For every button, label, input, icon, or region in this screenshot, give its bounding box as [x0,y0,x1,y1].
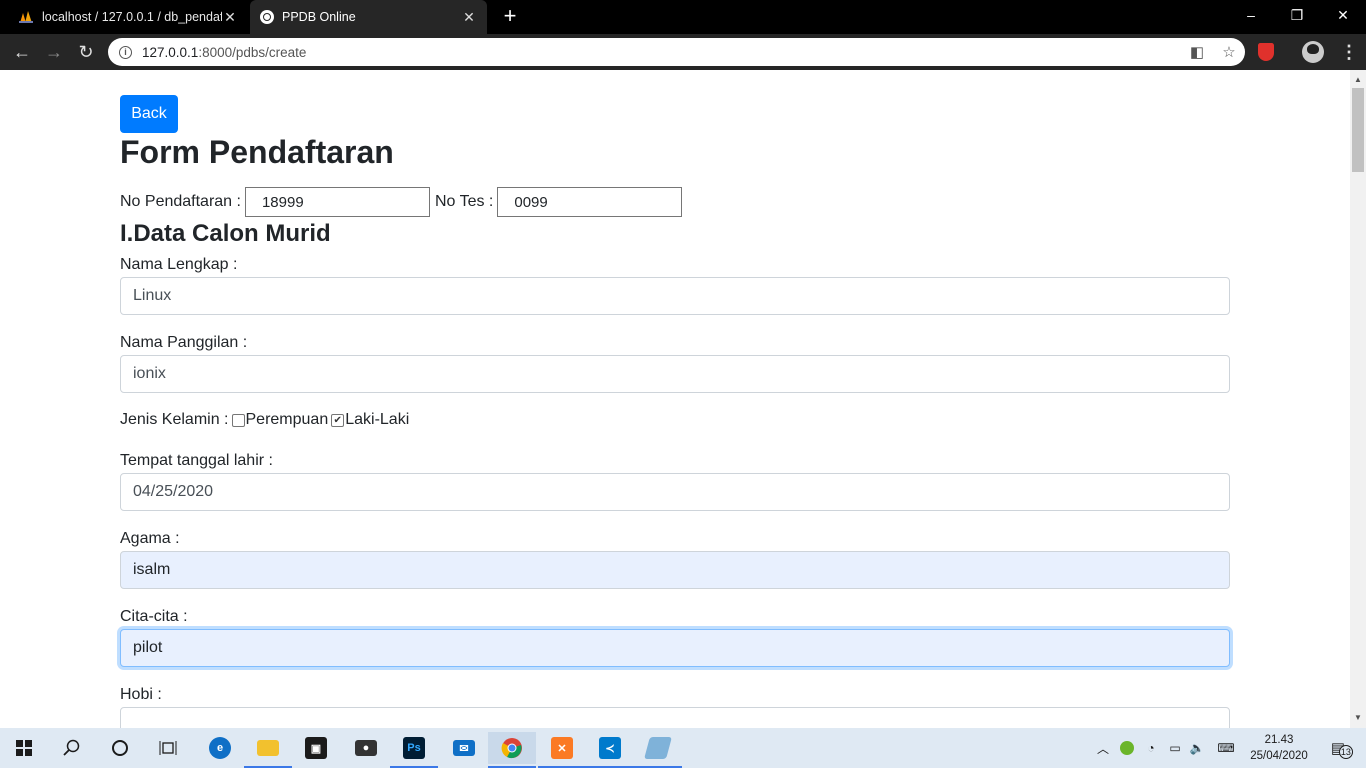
registration-numbers-row: No Pendaftaran : 18999 No Tes : 0099 [120,187,683,217]
globe-icon [260,10,274,24]
close-window-button[interactable]: ✕ [1320,0,1366,30]
clock-date: 25/04/2020 [1250,750,1308,762]
extension-shield-icon[interactable] [1258,43,1274,61]
page-title: Form Pendaftaran [120,134,394,170]
perempuan-checkbox[interactable] [231,413,245,427]
keyboard-icon[interactable]: ⌨ [1212,728,1240,768]
agama-input[interactable]: isalm [120,551,1230,589]
show-hidden-icons-icon[interactable]: ︿ [1092,728,1114,768]
photoshop-icon[interactable]: Ps [390,732,438,768]
no-tes-label: No Tes : [434,193,494,210]
agama-label: Agama : [120,530,180,547]
close-tab-icon[interactable]: ✕ [461,9,477,26]
info-icon[interactable]: i [119,45,132,59]
tab-title: localhost / 127.0.0.1 / db_pendaf [42,10,222,24]
nama-lengkap-label: Nama Lengkap : [120,256,238,273]
back-button[interactable]: Back [120,95,178,133]
avatar[interactable] [1302,41,1324,63]
clock-time: 21.43 [1264,734,1294,746]
mail-icon[interactable]: ✉ [440,732,488,764]
tab-title: PPDB Online [282,10,356,24]
laki-laki-checkbox[interactable] [331,413,345,427]
volume-icon[interactable]: 🔈 [1186,728,1208,768]
no-pendaftaran-label: No Pendaftaran : [120,193,241,210]
new-tab-button[interactable]: + [498,4,522,28]
translate-icon[interactable]: ◧ [1181,43,1213,61]
ttl-date-input[interactable]: 04/25/2020 [120,473,1230,511]
vscode-icon[interactable]: ≺ [586,732,634,768]
nama-lengkap-input[interactable]: Linux [120,277,1230,315]
notepad-icon[interactable] [634,732,682,768]
browser-toolbar: ← → ↻ i 127.0.0.1:8000/pdbs/create ◧ ☆ ⋮ [0,34,1366,70]
nama-panggilan-input[interactable]: ionix [120,355,1230,393]
forward-arrow-icon[interactable]: → [42,40,66,64]
scroll-down-icon[interactable]: ▼ [1350,710,1366,726]
tab-phpmyadmin[interactable]: localhost / 127.0.0.1 / db_pendaf ✕ [8,0,248,34]
edge-icon[interactable]: e [196,732,244,764]
perempuan-label[interactable]: Perempuan [246,411,329,429]
task-view-icon[interactable] [144,732,192,764]
back-arrow-icon[interactable]: ← [10,40,34,64]
bookmark-star-icon[interactable]: ☆ [1213,43,1245,61]
scroll-up-icon[interactable]: ▲ [1350,72,1366,88]
notification-center-icon[interactable]: ▤ 13 [1318,728,1358,768]
search-icon[interactable] [48,732,96,764]
ttl-label: Tempat tanggal lahir : [120,452,273,469]
page-viewport: Back Form Pendaftaran No Pendaftaran : 1… [0,70,1350,728]
file-explorer-icon[interactable] [244,732,292,768]
minimize-button[interactable]: – [1228,0,1274,30]
chrome-icon[interactable] [488,732,536,768]
section-title: I.Data Calon Murid [120,220,331,247]
store-icon[interactable]: ▣ [292,732,340,764]
notification-count: 13 [1338,745,1353,759]
phpmyadmin-icon [18,10,34,24]
reload-icon[interactable]: ↻ [74,40,98,64]
taskbar: e ▣ ● Ps ✉ ✕ ≺ ︿ ◔ ▭ 🔈 ⌨ 21.43 25/04/202… [0,728,1366,768]
tray-app-icon[interactable] [1116,728,1138,768]
tab-strip: localhost / 127.0.0.1 / db_pendaf ✕ PPDB… [0,0,1366,34]
url-text: 127.0.0.1:8000/pdbs/create [142,44,307,60]
vertical-scrollbar[interactable]: ▲ ▼ [1350,70,1366,728]
no-pendaftaran-input[interactable]: 18999 [244,187,430,217]
tab-ppdb-online[interactable]: PPDB Online ✕ [250,0,487,34]
camera-icon[interactable]: ● [342,732,390,764]
gender-row: Jenis Kelamin : Perempuan Laki-Laki [120,411,409,429]
nama-panggilan-label: Nama Panggilan : [120,334,248,351]
menu-dots-icon[interactable]: ⋮ [1340,42,1358,62]
jenis-kelamin-label: Jenis Kelamin : [120,411,229,428]
battery-icon[interactable]: ▭ [1164,728,1186,768]
address-bar[interactable]: i 127.0.0.1:8000/pdbs/create ◧ ☆ [108,38,1245,66]
scroll-thumb[interactable] [1352,88,1364,172]
laki-laki-label[interactable]: Laki-Laki [345,411,409,429]
hobi-input[interactable] [120,707,1230,728]
close-tab-icon[interactable]: ✕ [222,9,238,26]
no-tes-input[interactable]: 0099 [497,187,683,217]
cita-cita-label: Cita-cita : [120,608,188,625]
windows-start-icon[interactable] [0,732,48,764]
hobi-label: Hobi : [120,686,162,703]
clock[interactable]: 21.43 25/04/2020 [1244,732,1314,764]
cita-cita-input[interactable]: pilot [120,629,1230,667]
wifi-icon[interactable]: ◔ [1140,728,1162,768]
xampp-icon[interactable]: ✕ [538,732,586,768]
restore-button[interactable]: ❐ [1274,0,1320,30]
cortana-icon[interactable] [96,732,144,764]
